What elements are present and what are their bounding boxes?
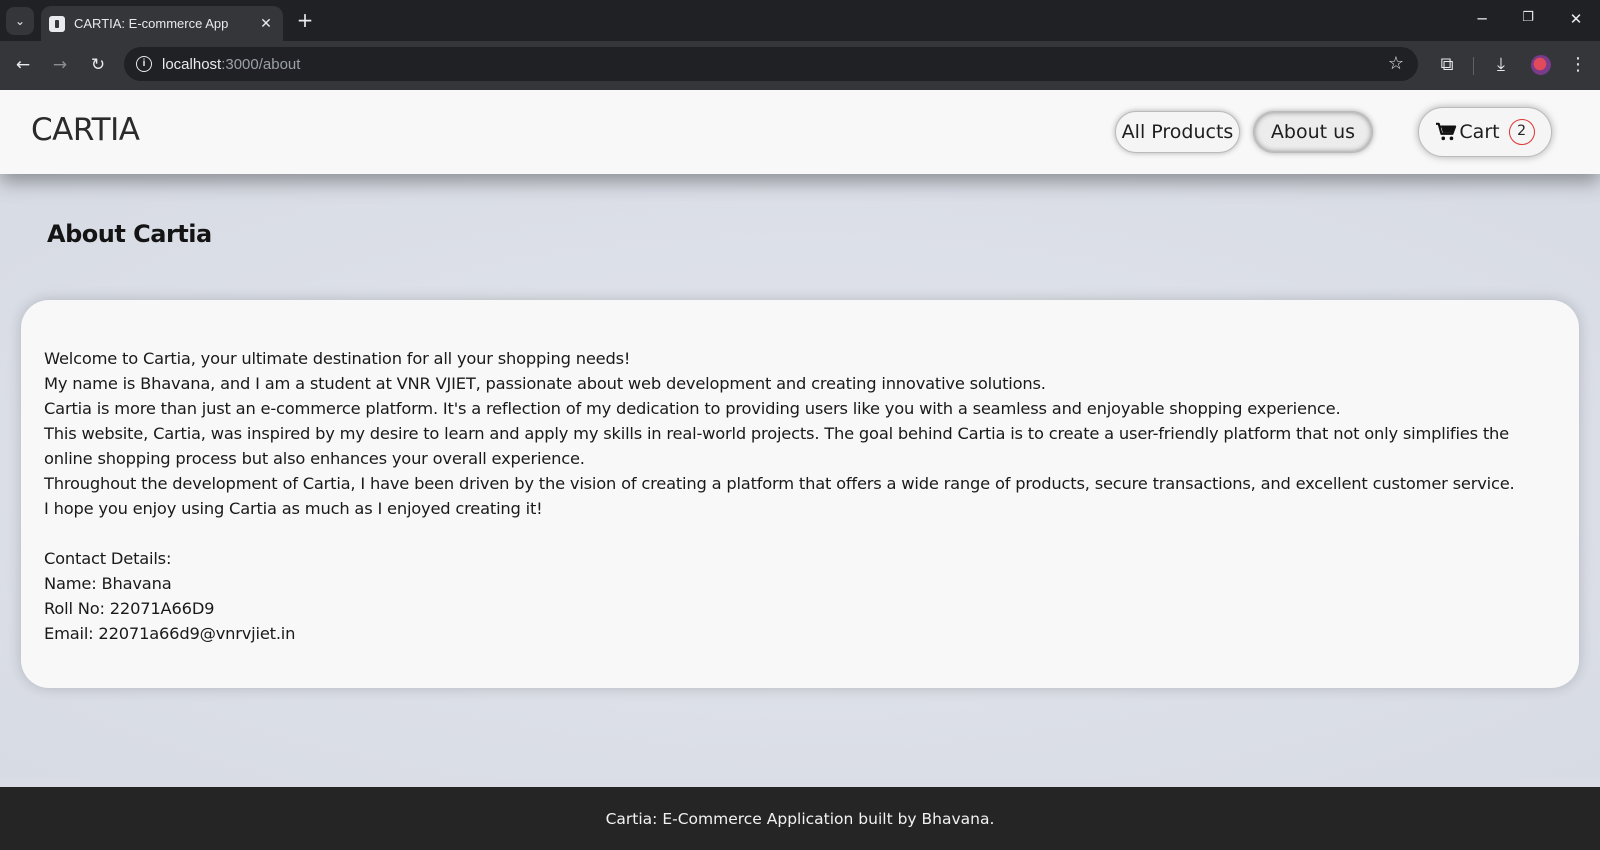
about-card: Welcome to Cartia, your ultimate destina… [21,300,1579,688]
about-paragraph: My name is Bhavana, and I am a student a… [44,374,1046,393]
restore-button[interactable]: ❐ [1513,10,1543,25]
contact-name: Name: Bhavana [44,574,172,593]
tab-search-button[interactable]: ⌄ [6,7,34,35]
menu-kebab-icon[interactable]: ⋮ [1565,52,1591,78]
cart-count-badge: 2 [1508,119,1535,145]
browser-tab-active[interactable]: CARTIA: E-commerce App ✕ [41,6,283,41]
main-content: About Cartia Welcome to Cartia, your ult… [0,174,1600,778]
extensions-icon[interactable]: ⧉ [1434,52,1460,78]
back-arrow-icon[interactable]: ← [11,53,35,77]
page-title: About Cartia [47,220,212,248]
about-paragraph: Welcome to Cartia, your ultimate destina… [44,349,631,368]
about-paragraph: This website, Cartia, was inspired by my… [44,424,1509,468]
reload-icon[interactable]: ↻ [86,53,110,77]
tab-close-icon[interactable]: ✕ [257,16,275,32]
new-tab-button[interactable]: + [294,9,316,31]
tab-title: CARTIA: E-commerce App [74,16,229,31]
url-path: :3000/about [221,55,301,73]
about-paragraph: I hope you enjoy using Cartia as much as… [44,499,543,518]
about-paragraph: Throughout the development of Cartia, I … [44,474,1515,493]
close-window-button[interactable]: ✕ [1561,10,1591,28]
bookmark-star-icon[interactable]: ☆ [1388,53,1404,74]
cart-button[interactable]: Cart 2 [1418,107,1552,157]
cart-label: Cart [1459,121,1500,143]
toolbar-divider [1473,57,1474,75]
site-header: CARTIA All Products About us Cart 2 [0,90,1600,174]
nav-about-us-button[interactable]: About us [1253,111,1373,153]
forward-arrow-icon[interactable]: → [48,53,72,77]
shopping-cart-icon [1436,122,1457,141]
tab-favicon-icon [49,15,65,32]
site-footer: Cartia: E-Commerce Application built by … [0,787,1600,850]
address-bar[interactable]: i localhost :3000/about ☆ [124,47,1418,81]
download-icon[interactable]: ⤓ [1488,52,1514,78]
browser-tab-bar: ⌄ CARTIA: E-commerce App ✕ + ─ ❐ ✕ [0,0,1600,41]
page-viewport: CARTIA All Products About us Cart 2 Abou… [0,90,1600,850]
url-host: localhost [162,55,222,73]
contact-email: Email: 22071a66d9@vnrvjiet.in [44,624,296,643]
site-info-icon[interactable]: i [136,56,152,72]
contact-heading: Contact Details: [44,549,172,568]
minimize-button[interactable]: ─ [1467,10,1497,28]
brand-logo[interactable]: CARTIA [31,112,140,148]
footer-text: Cartia: E-Commerce Application built by … [605,809,995,828]
profile-avatar[interactable] [1531,55,1551,75]
contact-roll-number: Roll No: 22071A66D9 [44,599,215,618]
nav-all-products-button[interactable]: All Products [1115,111,1240,153]
browser-toolbar: ← → ↻ i localhost :3000/about ☆ ⧉ ⤓ ⋮ [0,41,1600,90]
about-paragraph: Cartia is more than just an e-commerce p… [44,399,1341,418]
